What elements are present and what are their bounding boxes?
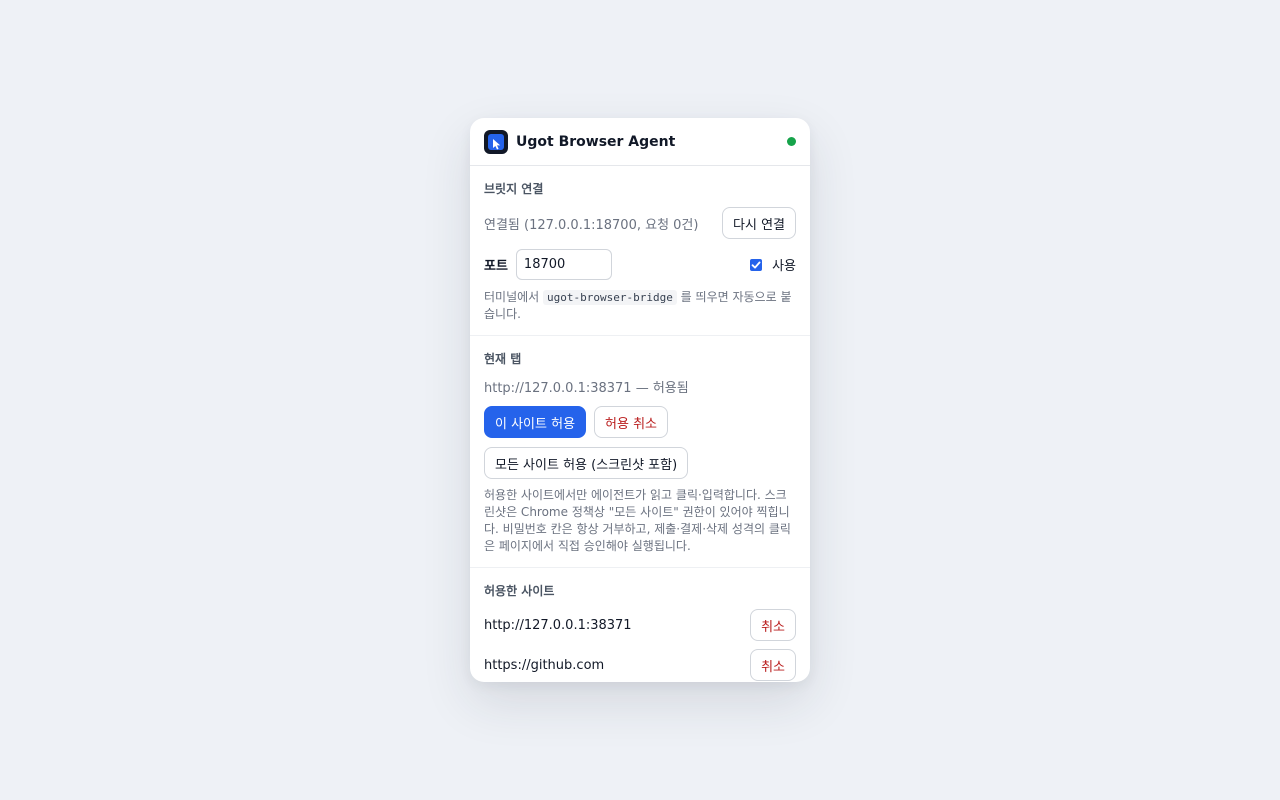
current-tab-title: 현재 탭: [484, 352, 522, 366]
allow-site-button[interactable]: 이 사이트 허용: [484, 406, 587, 438]
cursor-icon: [493, 138, 501, 149]
allowed-site-row: http://127.0.0.1:38371 취소: [484, 609, 796, 641]
allow-all-sites-button[interactable]: 모든 사이트 허용 (스크린샷 포함): [484, 447, 689, 479]
current-tab-section: 현재 탭 http://127.0.0.1:38371 — 허용됨 이 사이트 …: [470, 336, 810, 568]
port-label: 포트: [484, 259, 508, 274]
port-input[interactable]: [515, 249, 612, 280]
app-logo-icon: [484, 129, 508, 154]
bridge-hint: 터미널에서 ugot-browser-bridge 를 띄우면 자동으로 붙습니…: [484, 289, 796, 323]
bridge-hint-text: 터미널에서: [484, 290, 544, 304]
allowed-site-row: https://github.com 취소: [484, 649, 796, 681]
reconnect-button[interactable]: 다시 연결: [722, 207, 796, 239]
bridge-status-text: 연결됨 (127.0.0.1:18700, 요청 0건): [484, 217, 699, 233]
allowed-sites-title: 허용한 사이트: [484, 584, 555, 598]
app-title: Ugot Browser Agent: [516, 133, 676, 150]
allowed-site-url: http://127.0.0.1:38371: [484, 617, 632, 633]
extension-popup: Ugot Browser Agent 브릿지 연결 연결됨 (127.0.0.1…: [470, 118, 810, 682]
bridge-command-code: ugot-browser-bridge: [543, 290, 677, 305]
allowed-site-url: https://github.com: [484, 657, 605, 673]
popup-header: Ugot Browser Agent: [470, 118, 810, 166]
allowed-sites-section: 허용한 사이트 http://127.0.0.1:38371 취소 https:…: [470, 568, 810, 682]
bridge-section: 브릿지 연결 연결됨 (127.0.0.1:18700, 요청 0건) 다시 연…: [470, 166, 810, 336]
cancel-site-button[interactable]: 취소: [750, 649, 796, 681]
check-icon: [751, 261, 761, 268]
revoke-site-button[interactable]: 허용 취소: [594, 406, 669, 438]
permission-hint: 허용한 사이트에서만 에이전트가 읽고 클릭·입력합니다. 스크린샷은 Chro…: [484, 488, 791, 553]
enable-checkbox[interactable]: [750, 258, 763, 271]
bridge-section-title: 브릿지 연결: [484, 182, 544, 196]
cancel-site-button[interactable]: 취소: [750, 609, 796, 641]
enable-label: 사용: [772, 259, 796, 274]
current-tab-url: http://127.0.0.1:38371 — 허용됨: [484, 381, 689, 396]
connection-status-dot: [787, 137, 796, 146]
